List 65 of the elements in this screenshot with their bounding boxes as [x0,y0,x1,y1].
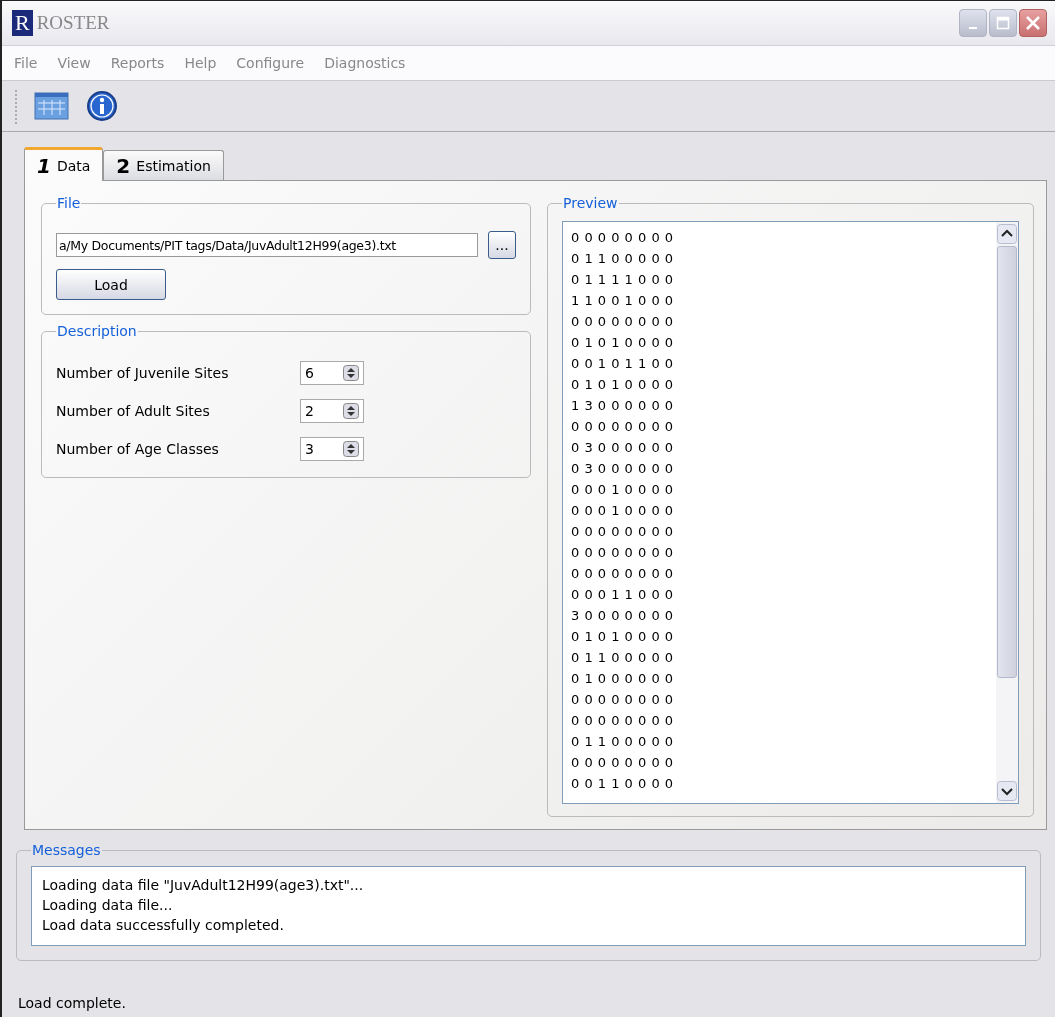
data-grid-icon[interactable] [34,91,70,121]
message-line: Loading data file "JuvAdult12H99(age3).txt"... [42,876,365,895]
group-title: Preview [562,195,619,211]
data-line: 3 0 0 0 0 0 0 0 [571,607,674,625]
data-line: 0 0 0 1 0 0 0 0 [571,481,674,499]
scroll-thumb[interactable] [997,246,1017,678]
data-line: 1 3 0 0 0 0 0 0 [571,397,674,415]
window-title: ROSTER [36,12,110,34]
data-line: 0 0 1 1 0 0 0 0 [571,775,674,793]
tab[interactable]: 2 Estimation [103,150,224,180]
data-line: 0 0 0 0 0 0 0 0 [571,565,674,583]
data-line: 0 0 0 0 0 0 0 0 [571,691,674,709]
close-button[interactable] [1019,9,1047,37]
data-line: 0 1 0 1 0 0 0 0 [571,334,674,352]
group-title: Description [56,323,138,339]
menu-item[interactable]: Configure [228,55,313,71]
data-line: 0 1 0 0 0 0 0 0 [571,670,674,688]
data-line: 0 0 0 0 0 0 0 0 [571,523,674,541]
data-line: 0 0 0 1 0 0 0 0 [571,502,674,520]
data-line: 0 0 0 0 0 0 0 0 [571,754,674,772]
data-line: 0 0 0 0 0 0 0 0 [571,229,674,247]
data-line: 0 3 0 0 0 0 0 0 [571,460,674,478]
data-line: 0 1 1 0 0 0 0 0 [571,250,674,268]
data-line: 0 0 1 0 1 1 0 0 [571,355,674,373]
data-line: 0 0 0 0 0 0 0 0 [571,712,674,730]
data-line: 0 1 0 1 0 0 0 0 [571,376,674,394]
data-line: 0 1 1 0 0 0 0 0 [571,733,674,751]
message-line: Loading data file... [42,896,174,915]
spin-arrows-icon[interactable] [343,403,359,419]
field-label: Number of Adult Sites [56,403,211,419]
data-line: 0 3 0 0 0 0 0 0 [571,439,674,457]
status-text: Load complete. [18,995,126,1011]
group-title: Messages [31,842,102,858]
browse-button[interactable]: ... [488,231,516,259]
field-label: Number of Age Classes [56,441,220,457]
scrollbar[interactable] [996,222,1018,803]
number-spinner[interactable]: 6 [300,361,364,385]
data-line: 0 0 0 0 0 0 0 0 [571,313,674,331]
data-line: 0 1 1 1 1 0 0 0 [571,271,674,289]
toolbar-grip [14,88,18,124]
data-line: 1 1 0 0 1 0 0 0 [571,292,674,310]
spin-arrows-icon[interactable] [343,365,359,381]
load-button[interactable]: Load [56,269,166,300]
maximize-icon [996,16,1010,30]
data-line: 0 1 1 0 0 0 0 0 [571,649,674,667]
close-icon [1025,15,1041,31]
data-line: 0 0 0 0 0 0 0 0 [571,544,674,562]
number-spinner[interactable]: 3 [300,437,364,461]
tab[interactable]: 1 Data [24,147,104,181]
minimize-icon [969,27,977,29]
menu-item[interactable]: Diagnostics [316,55,414,71]
field-label: Number of Juvenile Sites [56,365,230,381]
data-line: 0 0 0 0 0 0 0 0 [571,418,674,436]
data-line: 0 0 0 1 1 0 0 0 [571,586,674,604]
app-logo: R [12,10,33,36]
message-line: Load data successfully completed. [42,916,285,935]
spin-arrows-icon[interactable] [343,441,359,457]
group-title: File [56,195,82,211]
number-spinner[interactable]: 2 [300,399,364,423]
scroll-up-icon[interactable] [997,224,1017,244]
info-icon[interactable] [86,90,118,122]
file-path-field[interactable]: a/My Documents/PIT tags/Data/JuvAdult12H99(age3).txt [56,233,478,257]
menu-item[interactable]: View [49,55,99,71]
scroll-down-icon[interactable] [997,781,1017,801]
data-line: 0 1 0 1 0 0 0 0 [571,628,674,646]
